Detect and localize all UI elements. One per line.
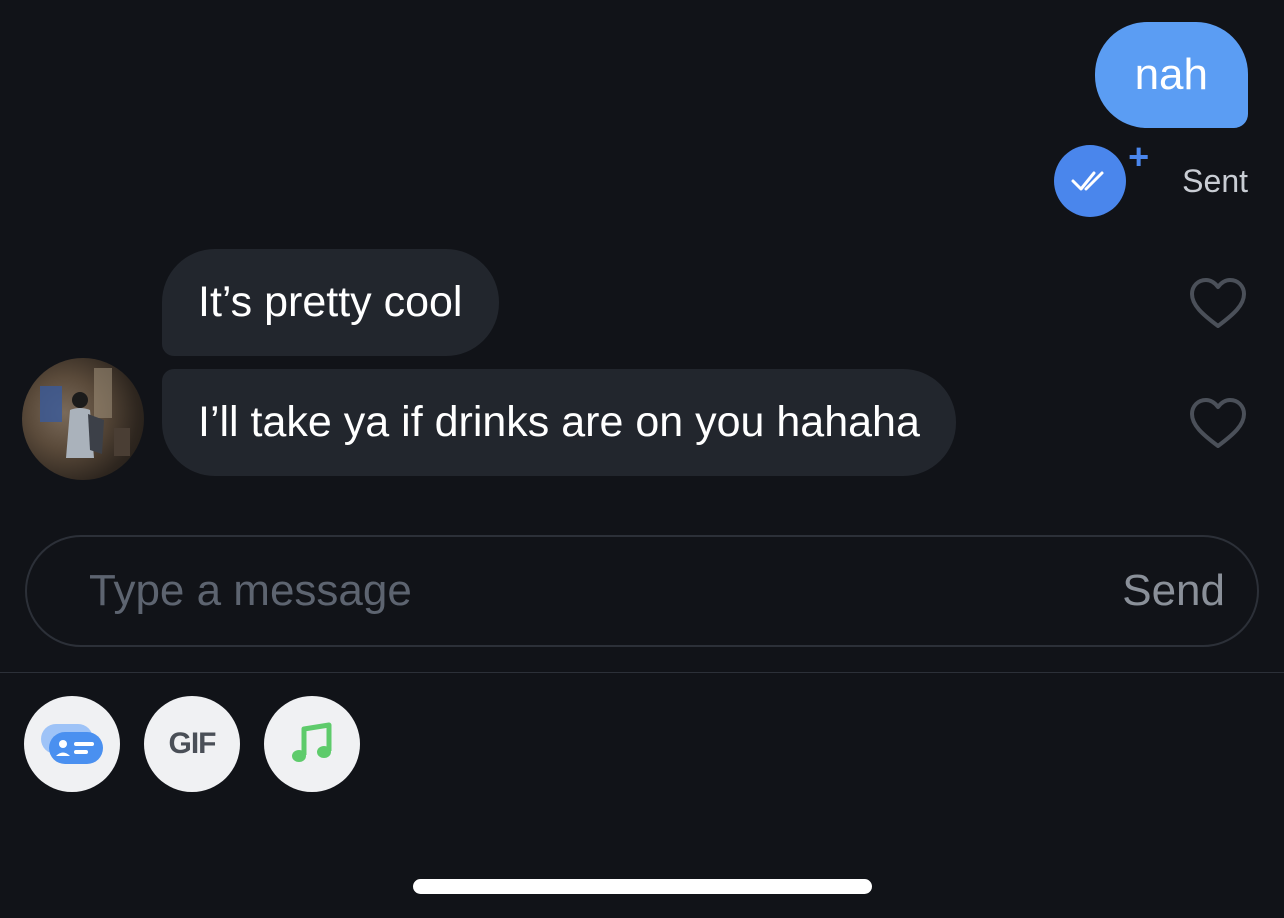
avatar-photo: [40, 368, 130, 458]
message-input[interactable]: [87, 565, 1123, 617]
plus-icon[interactable]: +: [1128, 139, 1149, 175]
profile-card-button[interactable]: [24, 696, 120, 792]
like-heart-icon[interactable]: [1188, 396, 1248, 452]
profile-card-icon: [41, 724, 103, 764]
incoming-message-bubble[interactable]: I’ll take ya if drinks are on you hahaha: [162, 369, 956, 476]
music-note-icon: [292, 722, 332, 762]
message-text: It’s pretty cool: [198, 278, 463, 326]
read-receipt-badge[interactable]: +: [1054, 139, 1149, 217]
sent-status-label: Sent: [1182, 162, 1248, 199]
incoming-message-bubble[interactable]: It’s pretty cool: [162, 249, 499, 356]
double-check-icon: [1071, 171, 1104, 191]
divider: [0, 672, 1284, 673]
like-heart-icon[interactable]: [1188, 276, 1248, 332]
send-button[interactable]: Send: [1122, 566, 1225, 616]
avatar[interactable]: [22, 358, 144, 480]
message-text: I’ll take ya if drinks are on you hahaha: [198, 398, 920, 446]
home-indicator[interactable]: [413, 879, 872, 894]
gif-label: GIF: [168, 727, 217, 760]
message-composer: Send: [25, 535, 1259, 647]
outgoing-message-bubble[interactable]: nah: [1094, 22, 1248, 128]
message-text: nah: [1134, 50, 1208, 99]
message-status-row: + Sent: [1054, 139, 1248, 217]
music-button[interactable]: [264, 696, 360, 792]
gif-button[interactable]: GIF: [144, 696, 240, 792]
